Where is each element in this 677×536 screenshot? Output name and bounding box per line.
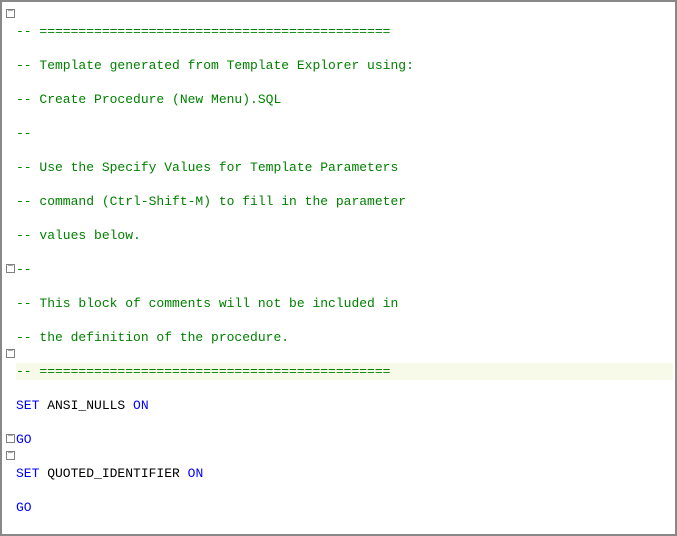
comment: -- Create Procedure (New Menu).SQL	[16, 92, 281, 107]
fold-toggle[interactable]	[6, 9, 15, 18]
comment: -- the definition of the procedure.	[16, 330, 289, 345]
fold-toggle[interactable]	[6, 451, 15, 460]
keyword-on: ON	[133, 398, 149, 413]
keyword-on: ON	[188, 466, 204, 481]
comment: -- =====================================…	[16, 364, 390, 379]
fold-toggle[interactable]	[6, 349, 15, 358]
code-editor[interactable]: -- =====================================…	[16, 6, 673, 532]
comment: --	[16, 126, 32, 141]
text: ANSI_NULLS	[39, 398, 133, 413]
keyword-go: GO	[16, 500, 32, 515]
fold-toggle[interactable]	[6, 434, 15, 443]
comment: -- command (Ctrl-Shift-M) to fill in the…	[16, 194, 406, 209]
comment: -- This block of comments will not be in…	[16, 296, 398, 311]
keyword-go: GO	[16, 432, 32, 447]
keyword-set: SET	[16, 398, 39, 413]
comment: --	[16, 262, 32, 277]
text: QUOTED_IDENTIFIER	[39, 466, 187, 481]
comment: -- Use the Specify Values for Template P…	[16, 160, 398, 175]
fold-toggle[interactable]	[6, 264, 15, 273]
comment: -- values below.	[16, 228, 141, 243]
comment: -- Template generated from Template Expl…	[16, 58, 414, 73]
comment: -- =====================================…	[16, 24, 390, 39]
keyword-set: SET	[16, 466, 39, 481]
